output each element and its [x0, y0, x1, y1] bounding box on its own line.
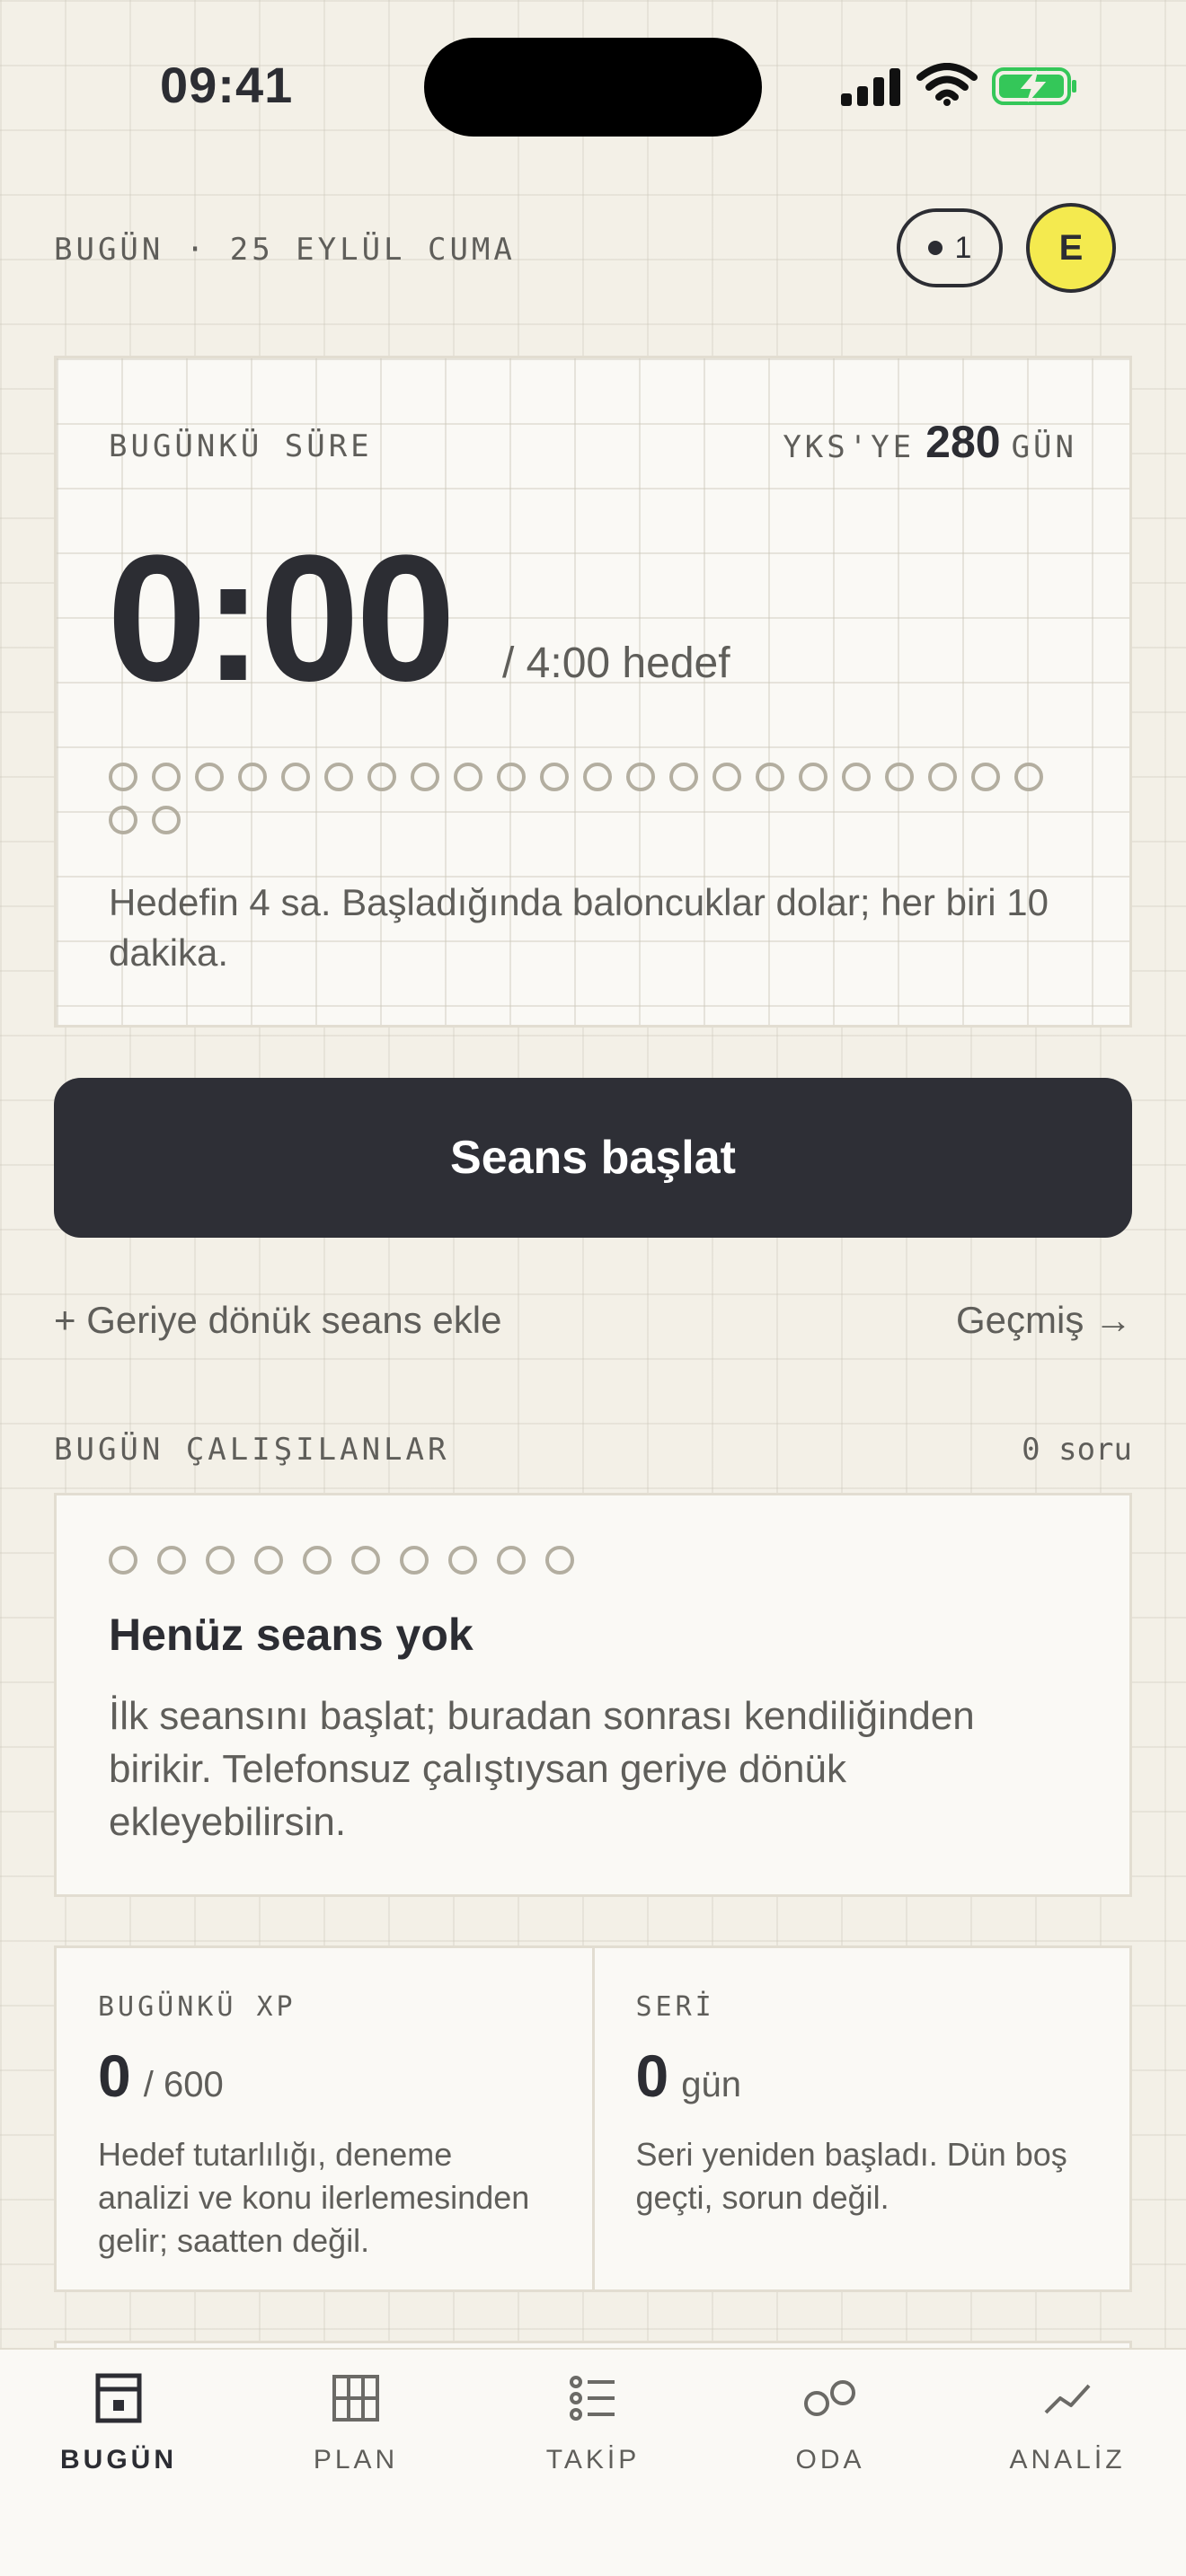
timer-note: Hedefin 4 sa. Başladığında baloncuklar d…	[109, 881, 1049, 974]
yks-prefix: YKS'YE	[783, 429, 916, 465]
progress-bubble	[540, 763, 569, 791]
today-icon	[95, 2373, 142, 2423]
empty-bubble	[254, 1546, 283, 1575]
progress-bubble	[928, 763, 957, 791]
progress-bubble	[324, 763, 353, 791]
empty-state-text: İlk seansını başlat; buradan sonrası ken…	[109, 1694, 975, 1844]
progress-bubble	[411, 763, 439, 791]
tab-label: ANALİZ	[1009, 2445, 1126, 2475]
xp-value-row: 0 / 600	[98, 2042, 224, 2110]
empty-bubble	[400, 1546, 429, 1575]
tab-bar: BUGÜN PLAN TAKİP ODA ANALİZ	[0, 2348, 1186, 2576]
empty-bubble	[109, 1546, 137, 1575]
empty-state-card: Henüz seans yok İlk seansını başlat; bur…	[54, 1493, 1132, 1897]
tab-plan[interactable]: PLAN	[237, 2350, 474, 2576]
progress-bubble	[497, 763, 526, 791]
battery-charging-icon	[992, 67, 1076, 105]
streak-unit: gün	[681, 2065, 741, 2104]
notification-dot-icon	[927, 241, 943, 255]
xp-label: BUGÜNKÜ XP	[98, 1991, 296, 2023]
progress-bubble	[454, 763, 482, 791]
progress-bubble	[152, 763, 181, 791]
empty-bubble	[206, 1546, 235, 1575]
tab-oda[interactable]: ODA	[712, 2350, 949, 2576]
empty-bubble	[351, 1546, 380, 1575]
progress-bubble	[626, 763, 655, 791]
history-link[interactable]: Geçmiş →	[956, 1299, 1132, 1342]
room-icon	[804, 2380, 855, 2416]
progress-bubble	[367, 763, 396, 791]
start-session-button[interactable]: Seans başlat	[54, 1078, 1132, 1238]
empty-bubble	[303, 1546, 332, 1575]
notification-count: 1	[954, 230, 972, 265]
tab-label: TAKİP	[545, 2445, 641, 2475]
progress-bubble	[238, 763, 267, 791]
xp-unit: / 600	[143, 2065, 224, 2104]
empty-bubble	[157, 1546, 186, 1575]
yks-days: 280	[925, 417, 1001, 467]
progress-bubble	[152, 806, 181, 834]
add-retro-session-link[interactable]: + Geriye dönük seans ekle	[54, 1299, 501, 1342]
progress-bubble	[842, 763, 871, 791]
date-label: BUGÜN · 25 EYLÜL CUMA	[54, 232, 516, 268]
empty-bubble	[545, 1546, 574, 1575]
stats-panel: BUGÜNKÜ XP 0 / 600 Hedef tutarlılığı, de…	[54, 1945, 1132, 2292]
xp-stat: BUGÜNKÜ XP 0 / 600 Hedef tutarlılığı, de…	[57, 1948, 592, 2289]
timer-card: BUGÜNKÜ SÜRE YKS'YE 280 GÜN 0:00 / 4:00 …	[54, 356, 1132, 1028]
timer-goal: / 4:00 hedef	[502, 640, 730, 687]
progress-bubble	[281, 763, 310, 791]
tab-analiz[interactable]: ANALİZ	[949, 2350, 1186, 2576]
empty-bubble	[448, 1546, 477, 1575]
streak-label: SERİ	[635, 1991, 715, 2023]
progress-bubble	[799, 763, 828, 791]
yks-suffix: GÜN	[1011, 429, 1077, 465]
tab-label: PLAN	[313, 2445, 399, 2475]
notification-button[interactable]: 1	[897, 208, 1003, 287]
dynamic-island	[424, 38, 762, 137]
tab-bugun[interactable]: BUGÜN	[0, 2350, 237, 2576]
tab-label: ODA	[795, 2445, 865, 2475]
chart-line-icon	[1044, 2384, 1091, 2414]
empty-bubbles	[109, 1546, 574, 1575]
streak-value: 0	[635, 2042, 669, 2109]
streak-stat: SERİ 0 gün Seri yeniden başladı. Dün boş…	[591, 1948, 1130, 2289]
section-title: BUGÜN ÇALIŞILANLAR	[54, 1432, 450, 1468]
timer-value: 0:00	[107, 518, 456, 719]
progress-bubble	[583, 763, 612, 791]
wifi-icon	[916, 63, 978, 106]
avatar[interactable]: E	[1026, 203, 1116, 293]
status-time: 09:41	[160, 57, 294, 113]
progress-bubble	[885, 763, 914, 791]
progress-bubble	[756, 763, 784, 791]
progress-bubble	[669, 763, 698, 791]
empty-state-title: Henüz seans yok	[109, 1610, 474, 1660]
progress-bubble	[109, 806, 137, 834]
progress-bubble	[109, 763, 137, 791]
tab-takip[interactable]: TAKİP	[474, 2350, 712, 2576]
tab-label: BUGÜN	[60, 2445, 177, 2475]
streak-description: Seri yeniden başladı. Dün boş geçti, sor…	[635, 2136, 1067, 2216]
timer-label: BUGÜNKÜ SÜRE	[109, 428, 373, 464]
progress-bubble	[195, 763, 224, 791]
list-icon	[570, 2376, 615, 2421]
yks-countdown: YKS'YE 280 GÜN	[783, 416, 1077, 468]
empty-bubble	[497, 1546, 526, 1575]
progress-bubble	[971, 763, 1000, 791]
progress-bubbles	[109, 763, 1079, 834]
xp-description: Hedef tutarlılığı, deneme analizi ve kon…	[98, 2136, 530, 2259]
xp-value: 0	[98, 2042, 131, 2109]
section-count: 0 soru	[1022, 1432, 1132, 1468]
progress-bubble	[1014, 763, 1043, 791]
grid-icon	[332, 2375, 379, 2422]
streak-value-row: 0 gün	[636, 2042, 741, 2110]
cellular-signal-icon	[841, 68, 902, 106]
progress-bubble	[712, 763, 741, 791]
